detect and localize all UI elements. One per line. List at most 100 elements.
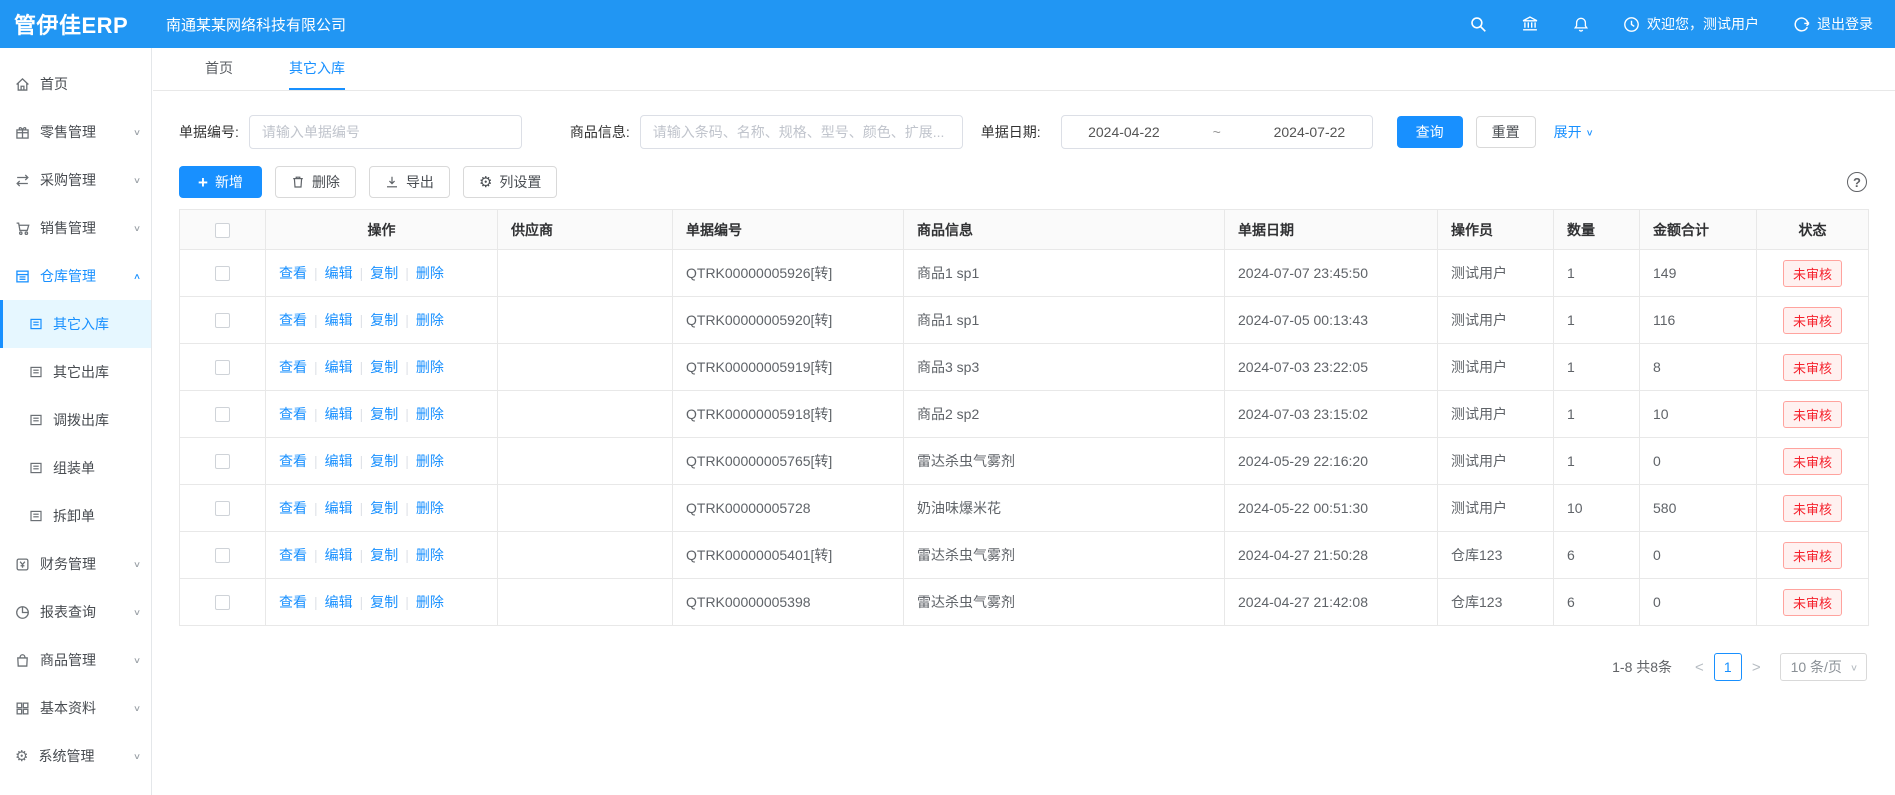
- sidebar-item-purchase[interactable]: 采购管理 ∨: [0, 156, 151, 204]
- edit-link[interactable]: 编辑: [325, 263, 353, 283]
- delete-link[interactable]: 删除: [416, 451, 444, 471]
- sidebar-item-system[interactable]: ⚙ 系统管理 ∨: [0, 732, 151, 780]
- prev-page-button[interactable]: <: [1688, 659, 1711, 676]
- help-icon[interactable]: ?: [1847, 172, 1867, 192]
- welcome-user[interactable]: 欢迎您，测试用户: [1623, 14, 1759, 34]
- view-link[interactable]: 查看: [279, 451, 307, 471]
- delete-link[interactable]: 删除: [416, 310, 444, 330]
- sidebar-item-other-inbound[interactable]: 其它入库: [0, 300, 151, 348]
- view-link[interactable]: 查看: [279, 404, 307, 424]
- sidebar-item-assembly[interactable]: 组装单: [0, 444, 151, 492]
- edit-link[interactable]: 编辑: [325, 498, 353, 518]
- row-checkbox[interactable]: [215, 407, 230, 422]
- row-checkbox[interactable]: [215, 501, 230, 516]
- operation-links: 查看|编辑|复制|删除: [279, 263, 484, 283]
- view-link[interactable]: 查看: [279, 263, 307, 283]
- status-badge[interactable]: 未审核: [1783, 307, 1842, 334]
- delete-link[interactable]: 删除: [416, 592, 444, 612]
- cell-supplier: [498, 532, 673, 579]
- sidebar-item-disassembly[interactable]: 拆卸单: [0, 492, 151, 540]
- link-separator: |: [405, 453, 409, 469]
- row-checkbox[interactable]: [215, 595, 230, 610]
- sidebar-item-warehouse[interactable]: 仓库管理 ∧: [0, 252, 151, 300]
- bill-no-input[interactable]: [249, 115, 522, 149]
- notifications-icon[interactable]: [1573, 16, 1589, 33]
- status-badge[interactable]: 未审核: [1783, 401, 1842, 428]
- row-checkbox[interactable]: [215, 313, 230, 328]
- operation-cell: 查看|编辑|复制|删除: [266, 344, 498, 391]
- bank-icon[interactable]: [1521, 16, 1539, 33]
- cell-date: 2024-04-27 21:50:28: [1225, 532, 1438, 579]
- expand-toggle[interactable]: 展开 ∨: [1554, 122, 1594, 142]
- tab-other-inbound[interactable]: 其它入库: [289, 48, 345, 90]
- reset-button[interactable]: 重置: [1476, 116, 1536, 148]
- add-button[interactable]: + 新增: [179, 166, 262, 198]
- status-badge[interactable]: 未审核: [1783, 260, 1842, 287]
- edit-link[interactable]: 编辑: [325, 451, 353, 471]
- date-start[interactable]: 2024-04-22: [1088, 124, 1160, 140]
- sidebar-item-sales[interactable]: 销售管理 ∨: [0, 204, 151, 252]
- cell-operator: 测试用户: [1438, 391, 1554, 438]
- date-separator: ~: [1213, 124, 1221, 140]
- copy-link[interactable]: 复制: [370, 263, 398, 283]
- logout-button[interactable]: 退出登录: [1793, 14, 1873, 34]
- copy-link[interactable]: 复制: [370, 498, 398, 518]
- sidebar-item-finance[interactable]: 财务管理 ∨: [0, 540, 151, 588]
- date-range-picker[interactable]: 2024-04-22 ~ 2024-07-22: [1061, 115, 1373, 149]
- copy-link[interactable]: 复制: [370, 404, 398, 424]
- date-end[interactable]: 2024-07-22: [1274, 124, 1346, 140]
- view-link[interactable]: 查看: [279, 357, 307, 377]
- view-link[interactable]: 查看: [279, 545, 307, 565]
- row-checkbox[interactable]: [215, 360, 230, 375]
- page-number[interactable]: 1: [1714, 653, 1742, 681]
- status-badge[interactable]: 未审核: [1783, 448, 1842, 475]
- sidebar-item-other-outbound[interactable]: 其它出库: [0, 348, 151, 396]
- status-badge[interactable]: 未审核: [1783, 495, 1842, 522]
- delete-link[interactable]: 删除: [416, 498, 444, 518]
- sidebar-item-transfer-outbound[interactable]: 调拨出库: [0, 396, 151, 444]
- status-badge[interactable]: 未审核: [1783, 589, 1842, 616]
- sidebar-item-retail[interactable]: 零售管理 ∨: [0, 108, 151, 156]
- sidebar-item-home[interactable]: 首页: [0, 60, 151, 108]
- link-separator: |: [314, 547, 318, 563]
- copy-link[interactable]: 复制: [370, 545, 398, 565]
- sidebar-item-reports[interactable]: 报表查询 ∨: [0, 588, 151, 636]
- pagination: 1-8 共8条 < 1 > 10 条/页 ∨: [153, 653, 1867, 681]
- status-badge[interactable]: 未审核: [1783, 542, 1842, 569]
- sidebar-item-label: 零售管理: [40, 122, 96, 142]
- delete-button[interactable]: 删除: [275, 166, 356, 198]
- row-checkbox[interactable]: [215, 548, 230, 563]
- delete-link[interactable]: 删除: [416, 404, 444, 424]
- copy-link[interactable]: 复制: [370, 357, 398, 377]
- sidebar-item-basic[interactable]: 基本资料 ∨: [0, 684, 151, 732]
- export-button[interactable]: 导出: [369, 166, 450, 198]
- copy-link[interactable]: 复制: [370, 451, 398, 471]
- copy-link[interactable]: 复制: [370, 592, 398, 612]
- delete-link[interactable]: 删除: [416, 263, 444, 283]
- copy-link[interactable]: 复制: [370, 310, 398, 330]
- status-badge[interactable]: 未审核: [1783, 354, 1842, 381]
- search-icon[interactable]: [1470, 16, 1487, 33]
- row-checkbox[interactable]: [215, 266, 230, 281]
- search-button[interactable]: 查询: [1397, 116, 1463, 148]
- edit-link[interactable]: 编辑: [325, 404, 353, 424]
- column-settings-button[interactable]: ⚙ 列设置: [463, 166, 557, 198]
- page-size-select[interactable]: 10 条/页 ∨: [1780, 653, 1867, 681]
- row-checkbox[interactable]: [215, 454, 230, 469]
- sidebar-item-goods[interactable]: 商品管理 ∨: [0, 636, 151, 684]
- next-page-button[interactable]: >: [1745, 659, 1768, 676]
- checkbox-cell: [180, 297, 266, 344]
- delete-link[interactable]: 删除: [416, 545, 444, 565]
- edit-link[interactable]: 编辑: [325, 357, 353, 377]
- delete-link[interactable]: 删除: [416, 357, 444, 377]
- select-all-checkbox[interactable]: [215, 223, 230, 238]
- tab-home[interactable]: 首页: [205, 48, 233, 90]
- edit-link[interactable]: 编辑: [325, 592, 353, 612]
- view-link[interactable]: 查看: [279, 310, 307, 330]
- goods-info-input[interactable]: [640, 115, 963, 149]
- view-link[interactable]: 查看: [279, 498, 307, 518]
- edit-link[interactable]: 编辑: [325, 545, 353, 565]
- view-link[interactable]: 查看: [279, 592, 307, 612]
- edit-link[interactable]: 编辑: [325, 310, 353, 330]
- cell-status: 未审核: [1757, 579, 1869, 626]
